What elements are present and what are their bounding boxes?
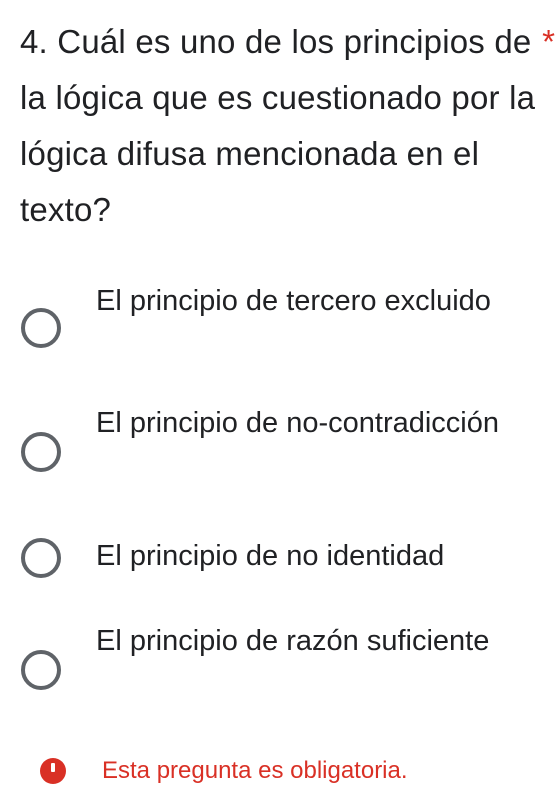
required-asterisk: *: [542, 23, 555, 60]
radio-button[interactable]: [21, 650, 61, 690]
radio-button[interactable]: [21, 308, 61, 348]
radio-button[interactable]: [21, 432, 61, 472]
question-title: 4. Cuál es uno de los principios de la l…: [20, 23, 536, 228]
option-label: El principio de no identidad: [96, 540, 445, 572]
option-label: El principio de tercero excluido: [96, 285, 491, 317]
validation-text: Esta pregunta es obligatoria.: [102, 757, 408, 784]
validation-message: Esta pregunta es obligatoria.: [20, 750, 555, 790]
question-block: 4. Cuál es uno de los principios de la l…: [20, 14, 555, 238]
alert-circle-icon: [40, 758, 66, 784]
radio-button[interactable]: [21, 538, 61, 578]
option-label: El principio de razón suficiente: [96, 625, 490, 657]
option-label: El principio de no-contradicción: [96, 407, 499, 439]
